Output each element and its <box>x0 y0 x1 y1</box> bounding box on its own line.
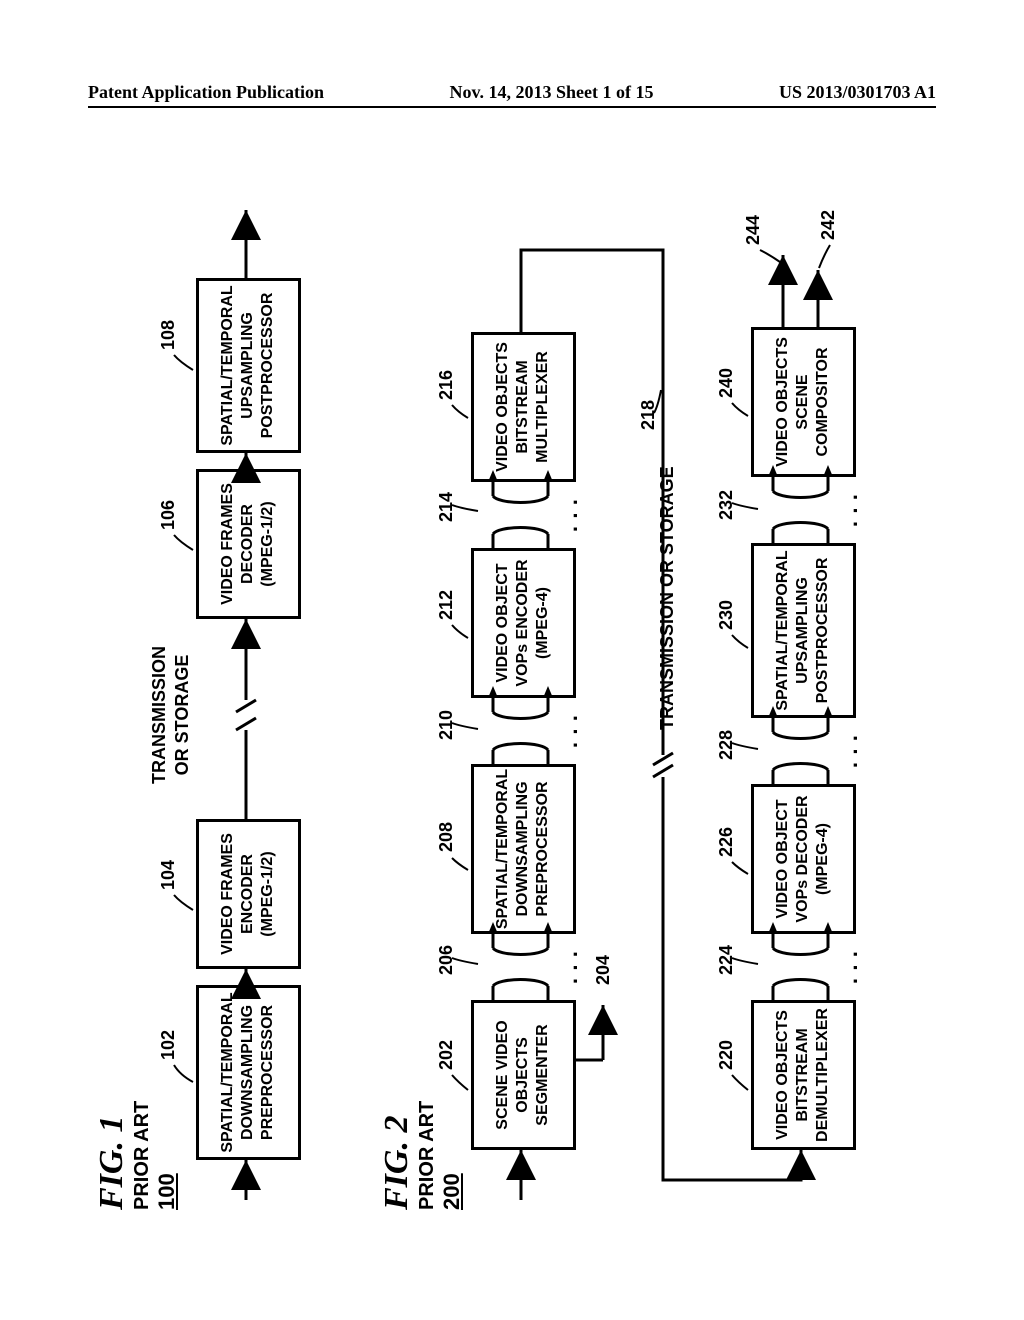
fig1-prior-art: PRIOR ART <box>131 1101 154 1210</box>
fig1-ref-102: 102 <box>158 1030 179 1060</box>
fig2-dotsA2: · · · <box>563 698 589 764</box>
fig2-ref-210: 210 <box>436 710 457 740</box>
fig2-decode-row: VIDEO OBJECTS BITSTREAM DEMULTIPLEXER · … <box>748 170 858 1210</box>
fig2-dotsA3: · · · <box>563 482 589 548</box>
fig2-ref-242: 242 <box>818 210 839 240</box>
fig2-ref-214: 214 <box>436 492 457 522</box>
fig2-comp-text: VIDEO OBJECTS SCENE COMPOSITOR <box>773 337 833 467</box>
fig1-box-preprocessor: SPATIAL/TEMPORAL DOWNSAMPLING PREPROCESS… <box>196 985 301 1160</box>
fig2-ref-220: 220 <box>716 1040 737 1070</box>
fig2-box-decoder: VIDEO OBJECT VOPs DECODER (MPEG-4) <box>751 784 856 934</box>
fig2-ref-230: 230 <box>716 600 737 630</box>
fig2-ref-224: 224 <box>716 945 737 975</box>
fig2-dmx-text: VIDEO OBJECTS BITSTREAM DEMULTIPLEXER <box>773 1008 833 1142</box>
fig1-ref-106: 106 <box>158 500 179 530</box>
fig2-transmission-label: TRANSMISSION OR STORAGE <box>656 466 679 730</box>
fig2-box-compositor: VIDEO OBJECTS SCENE COMPOSITOR <box>751 327 856 477</box>
fig2-ref-208: 208 <box>436 822 457 852</box>
fig1-ref-104: 104 <box>158 860 179 890</box>
fig1-box-postprocessor: SPATIAL/TEMPORAL UPSAMPLING POSTPROCESSO… <box>196 278 301 453</box>
header-rule <box>88 106 936 108</box>
fig2-box-demultiplexer: VIDEO OBJECTS BITSTREAM DEMULTIPLEXER <box>751 1000 856 1150</box>
diagram-region: FIG. 1 PRIOR ART 100 SPATIAL/TEMPORAL DO… <box>88 170 936 1210</box>
fig1-ref-108: 108 <box>158 320 179 350</box>
fig1-row: SPATIAL/TEMPORAL DOWNSAMPLING PREPROCESS… <box>193 170 303 1210</box>
fig2-box-encoder: VIDEO OBJECT VOPs ENCODER (MPEG-4) <box>471 548 576 698</box>
fig1-box2-text: VIDEO FRAMES ENCODER (MPEG-1/2) <box>218 833 278 955</box>
fig2-ref: 200 <box>439 1101 465 1210</box>
fig1-box1-text: SPATIAL/TEMPORAL DOWNSAMPLING PREPROCESS… <box>218 992 278 1152</box>
fig1-box-decoder: VIDEO FRAMES DECODER (MPEG-1/2) <box>196 469 301 619</box>
fig2-ref-206: 206 <box>436 945 457 975</box>
fig2-pre-text: SPATIAL/TEMPORAL DOWNSAMPLING PREPROCESS… <box>493 769 553 929</box>
fig1-transmission-label: TRANSMISSION OR STORAGE <box>148 620 195 810</box>
fig1-label: FIG. 1 <box>93 1101 131 1210</box>
fig2-post-text: SPATIAL/TEMPORAL UPSAMPLING POSTPROCESSO… <box>773 550 833 710</box>
fig2-dec-text: VIDEO OBJECT VOPs DECODER (MPEG-4) <box>773 795 833 922</box>
fig2-ref-226: 226 <box>716 827 737 857</box>
fig2-ref-232: 232 <box>716 490 737 520</box>
fig2-box-preprocessor: SPATIAL/TEMPORAL DOWNSAMPLING PREPROCESS… <box>471 764 576 934</box>
fig2-ref-218: 218 <box>638 400 659 430</box>
fig2-ref-244: 244 <box>743 215 764 245</box>
fig2-dotsB2: · · · <box>843 718 869 784</box>
fig1-box3-text: VIDEO FRAMES DECODER (MPEG-1/2) <box>218 483 278 605</box>
fig2-ref-204: 204 <box>593 955 614 985</box>
fig2-ref-240: 240 <box>716 368 737 398</box>
fig2-ref-216: 216 <box>436 370 457 400</box>
fig1-ref: 100 <box>154 1101 180 1210</box>
header-left: Patent Application Publication <box>88 82 324 103</box>
fig2-label: FIG. 2 <box>378 1101 416 1210</box>
fig1-title-block: FIG. 1 PRIOR ART 100 <box>93 1101 180 1210</box>
fig1-box4-text: SPATIAL/TEMPORAL UPSAMPLING POSTPROCESSO… <box>218 285 278 445</box>
fig2-enc-text: VIDEO OBJECT VOPs ENCODER (MPEG-4) <box>493 559 553 686</box>
fig2-ref-228: 228 <box>716 730 737 760</box>
header-middle: Nov. 14, 2013 Sheet 1 of 15 <box>450 82 654 103</box>
fig2-ref-202: 202 <box>436 1040 457 1070</box>
fig2-prior-art: PRIOR ART <box>416 1101 439 1210</box>
fig2-title-block: FIG. 2 PRIOR ART 200 <box>378 1101 465 1210</box>
fig2-box-postprocessor: SPATIAL/TEMPORAL UPSAMPLING POSTPROCESSO… <box>751 543 856 718</box>
fig2-seg-text: SCENE VIDEO OBJECTS SEGMENTER <box>493 1020 553 1129</box>
figure-1: FIG. 1 PRIOR ART 100 SPATIAL/TEMPORAL DO… <box>98 170 348 1210</box>
fig2-dotsA1: · · · <box>563 934 589 1000</box>
fig2-mux-text: VIDEO OBJECTS BITSTREAM MULTIPLEXER <box>493 342 553 472</box>
fig2-box-segmenter: SCENE VIDEO OBJECTS SEGMENTER <box>471 1000 576 1150</box>
fig1-box-encoder: VIDEO FRAMES ENCODER (MPEG-1/2) <box>196 819 301 969</box>
fig2-dotsB1: · · · <box>843 934 869 1000</box>
diagram-rotated: FIG. 1 PRIOR ART 100 SPATIAL/TEMPORAL DO… <box>88 170 936 1210</box>
header-right: US 2013/0301703 A1 <box>779 82 936 103</box>
figure-2: FIG. 2 PRIOR ART 200 SCENE VIDEO OBJECTS… <box>398 170 918 1210</box>
page: Patent Application Publication Nov. 14, … <box>0 0 1024 1320</box>
fig2-encode-row: SCENE VIDEO OBJECTS SEGMENTER · · · SPAT… <box>468 170 578 1210</box>
fig2-ref-212: 212 <box>436 590 457 620</box>
fig2-dotsB3: · · · <box>843 477 869 543</box>
page-header: Patent Application Publication Nov. 14, … <box>88 82 936 103</box>
fig2-box-multiplexer: VIDEO OBJECTS BITSTREAM MULTIPLEXER <box>471 332 576 482</box>
